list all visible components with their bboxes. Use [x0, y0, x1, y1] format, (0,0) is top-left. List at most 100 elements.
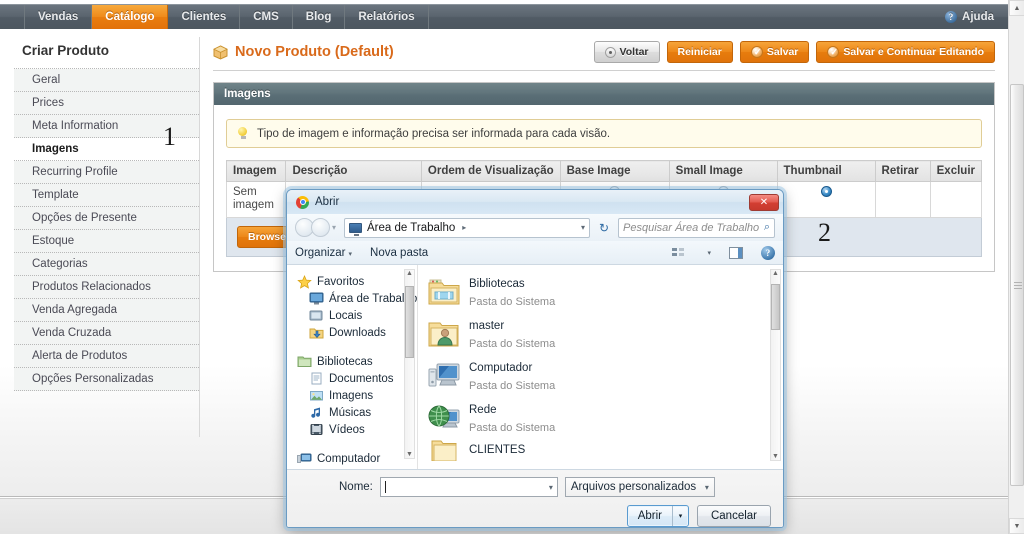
thumbnail-radio[interactable] — [820, 186, 832, 197]
sidebar-item-prices[interactable]: Prices — [14, 92, 199, 115]
nav-item-cms[interactable]: CMS — [240, 5, 293, 29]
filename-dropdown-icon[interactable]: ▾ — [549, 483, 553, 492]
close-icon[interactable]: ✕ — [749, 193, 779, 211]
sidebar-list: Geral Prices Meta Information Imagens Re… — [14, 68, 199, 391]
reset-button[interactable]: Reiniciar — [666, 41, 733, 63]
scrollbar-thumb[interactable] — [771, 284, 780, 330]
browser-vertical-scrollbar[interactable]: ▲ ▼ — [1008, 0, 1024, 534]
breadcrumb-chevron-icon[interactable]: ▸ — [462, 223, 466, 232]
desktop-icon — [349, 222, 363, 236]
images-notice-text: Tipo de imagem e informação precisa ser … — [257, 127, 611, 140]
dialog-button-row: Abrir ▾ Cancelar — [299, 505, 771, 527]
network-icon — [428, 403, 460, 433]
sidebar-item-opcoes-de-presente[interactable]: Opções de Presente — [14, 207, 199, 230]
sidebar-item-template[interactable]: Template — [14, 184, 199, 207]
save-button[interactable]: Salvar — [739, 41, 810, 63]
sidebar-item-venda-cruzada[interactable]: Venda Cruzada — [14, 322, 199, 345]
sidebar-item-produtos-relacionados[interactable]: Produtos Relacionados — [14, 276, 199, 299]
nav-label: Relatórios — [358, 11, 415, 23]
scroll-up-arrow-icon[interactable]: ▲ — [406, 270, 413, 277]
nav-group-favoritos[interactable]: Favoritos — [293, 273, 417, 290]
sidebar-item-estoque[interactable]: Estoque — [14, 230, 199, 253]
nav-item-imagens[interactable]: Imagens — [293, 387, 417, 404]
filename-input[interactable]: ▾ — [379, 477, 558, 497]
folder-icon — [428, 439, 460, 462]
nav-item-musicas[interactable]: Músicas — [293, 404, 417, 421]
help-icon[interactable]: ? — [761, 245, 775, 260]
nav-item-relatorios[interactable]: Relatórios — [345, 5, 429, 29]
nav-pane-scrollbar[interactable]: ▲ ▼ — [404, 269, 415, 459]
list-item[interactable]: Bibliotecas Pasta do Sistema — [428, 271, 783, 313]
cell-thumbnail — [776, 181, 876, 218]
scroll-up-arrow-icon[interactable]: ▲ — [1009, 0, 1024, 16]
scroll-down-arrow-icon[interactable]: ▼ — [772, 453, 779, 460]
nav-back-forward: ▾ — [295, 218, 339, 237]
sidebar-item-venda-agregada[interactable]: Venda Agregada — [14, 299, 199, 322]
address-dropdown-icon[interactable]: ▾ — [581, 223, 585, 232]
computer-icon — [297, 452, 312, 466]
save-button-label: Salvar — [766, 46, 799, 58]
save-and-continue-button[interactable]: Salvar e Continuar Editando — [816, 41, 995, 63]
list-item[interactable]: CLIENTES — [428, 439, 783, 462]
nav-group-label: Computador — [317, 452, 381, 465]
filetype-select[interactable]: Arquivos personalizados ▾ — [564, 477, 715, 497]
open-button[interactable]: Abrir ▾ — [626, 505, 689, 527]
nav-group-bibliotecas[interactable]: Bibliotecas — [293, 353, 417, 370]
nav-item-documentos[interactable]: Documentos — [293, 370, 417, 387]
nav-item-locais[interactable]: Locais — [293, 307, 417, 324]
scroll-up-arrow-icon[interactable]: ▲ — [772, 270, 779, 277]
sidebar-item-categorias[interactable]: Categorias — [14, 253, 199, 276]
nav-item-catalogo[interactable]: Catálogo — [92, 5, 169, 29]
nav-item-area-de-trabalho[interactable]: Área de Trabalho — [293, 290, 417, 307]
forward-arrow-icon[interactable] — [311, 218, 330, 237]
scrollbar-thumb[interactable] — [405, 286, 414, 358]
new-folder-button[interactable]: Nova pasta — [370, 247, 428, 259]
col-small-image: Small Image — [668, 160, 778, 182]
file-name: Computador — [469, 362, 533, 374]
sidebar-item-opcoes-personalizadas[interactable]: Opções Personalizadas — [14, 368, 199, 391]
sidebar-item-recurring-profile[interactable]: Recurring Profile — [14, 161, 199, 184]
list-item[interactable]: Rede Pasta do Sistema — [428, 397, 783, 439]
nav-item-downloads[interactable]: Downloads — [293, 324, 417, 341]
back-button[interactable]: Voltar — [593, 41, 660, 63]
scroll-down-arrow-icon[interactable]: ▼ — [1009, 518, 1024, 534]
change-view-icon[interactable] — [672, 247, 686, 259]
search-input[interactable]: Pesquisar Área de Trabalho ⌕ — [618, 217, 775, 238]
cancel-button[interactable]: Cancelar — [697, 505, 771, 527]
history-dropdown-icon[interactable]: ▾ — [332, 223, 336, 232]
file-type: Pasta do Sistema — [469, 380, 556, 392]
file-list-scrollbar[interactable]: ▲ ▼ — [770, 269, 781, 461]
sidebar-item-alerta-de-produtos[interactable]: Alerta de Produtos — [14, 345, 199, 368]
documents-icon — [309, 372, 324, 386]
cell-imagem: Sem imagem — [225, 181, 287, 218]
help-link[interactable]: ? Ajuda — [935, 5, 1008, 29]
nav-item-clientes[interactable]: Clientes — [168, 5, 241, 29]
list-item[interactable]: Computador Pasta do Sistema — [428, 355, 783, 397]
preview-pane-icon[interactable] — [729, 246, 743, 259]
page-title-text: Novo Produto (Default) — [235, 44, 394, 60]
organize-button[interactable]: Organizar ▾ — [295, 247, 352, 259]
nav-group-label: Bibliotecas — [317, 355, 373, 368]
annotation-2: 2 — [818, 218, 831, 247]
scroll-down-arrow-icon[interactable]: ▼ — [406, 451, 413, 458]
open-split-caret-icon[interactable]: ▾ — [672, 506, 688, 526]
scrollbar-thumb[interactable] — [1010, 84, 1024, 486]
nav-label: Vendas — [38, 11, 79, 23]
nav-item-label: Vídeos — [329, 423, 365, 436]
col-excluir: Excluir — [929, 160, 983, 182]
nav-item-vendas[interactable]: Vendas — [24, 5, 93, 29]
videos-icon — [309, 423, 324, 437]
file-type: Pasta do Sistema — [469, 296, 556, 308]
list-item[interactable]: master Pasta do Sistema — [428, 313, 783, 355]
address-bar[interactable]: Área de Trabalho ▸ ▾ — [344, 217, 590, 238]
annotation-1: 1 — [163, 122, 176, 151]
nav-item-label: Imagens — [329, 389, 374, 402]
view-chevron-down-icon[interactable]: ▾ — [707, 249, 711, 257]
nav-item-videos[interactable]: Vídeos — [293, 421, 417, 438]
nav-group-computador[interactable]: Computador — [293, 450, 417, 467]
dialog-navigation-bar: ▾ Área de Trabalho ▸ ▾ ↻ Pesquisar Área … — [287, 214, 783, 241]
sidebar-item-geral[interactable]: Geral — [14, 69, 199, 92]
refresh-icon[interactable]: ↻ — [595, 219, 613, 237]
reset-button-label: Reiniciar — [677, 46, 722, 58]
nav-item-blog[interactable]: Blog — [293, 5, 346, 29]
